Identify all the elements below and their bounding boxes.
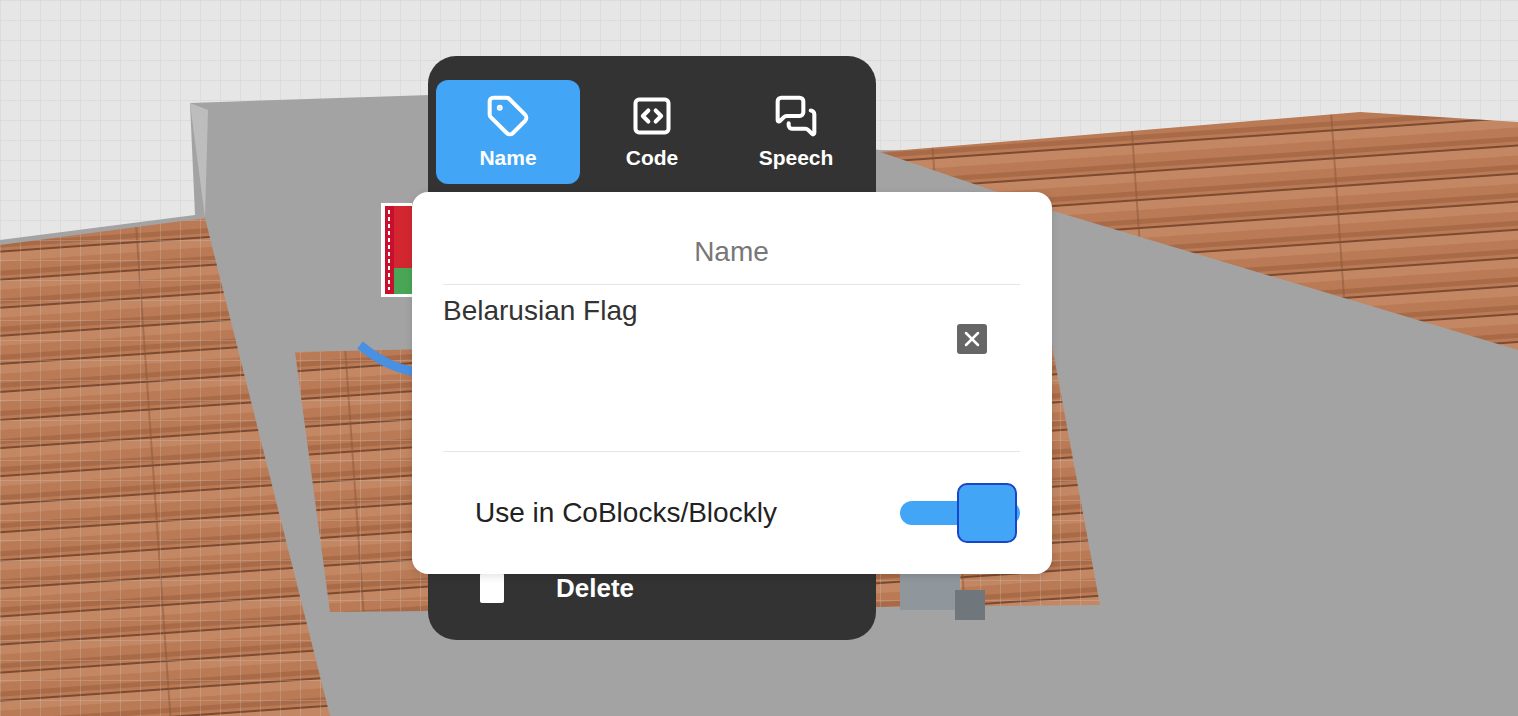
flag-object[interactable] <box>381 203 412 297</box>
editor-stage: Name Code Speech Delete Name Belarusian Flag U… <box>0 0 1518 716</box>
tab-label: Speech <box>759 146 834 170</box>
close-icon <box>960 327 984 351</box>
clear-button[interactable] <box>957 324 987 354</box>
speech-icon <box>774 94 818 138</box>
tag-icon <box>486 94 530 138</box>
grey-object[interactable] <box>900 570 985 620</box>
tab-bar: Name Code Speech <box>436 80 868 184</box>
name-panel: Name Belarusian Flag Use in CoBlocks/Block… <box>412 192 1052 574</box>
tab[interactable]: Speech <box>724 80 868 184</box>
tab[interactable]: Code <box>580 80 724 184</box>
toggle-row: Use in CoBlocks/Blockly <box>443 452 1020 574</box>
toggle-label: Use in CoBlocks/Blockly <box>475 497 777 529</box>
tab-label: Code <box>626 146 679 170</box>
trash-icon <box>480 573 504 603</box>
tab[interactable]: Name <box>436 80 580 184</box>
toggle-switch[interactable] <box>900 501 1020 525</box>
panel-title: Name <box>443 192 1020 285</box>
code-icon <box>630 94 674 138</box>
menu-item[interactable]: Delete <box>436 568 868 608</box>
menu-item-label: Delete <box>556 573 634 604</box>
tab-label: Name <box>479 146 536 170</box>
toggle-knob[interactable] <box>957 483 1017 543</box>
name-value[interactable]: Belarusian Flag <box>443 295 638 327</box>
name-field[interactable]: Belarusian Flag <box>443 285 1020 452</box>
